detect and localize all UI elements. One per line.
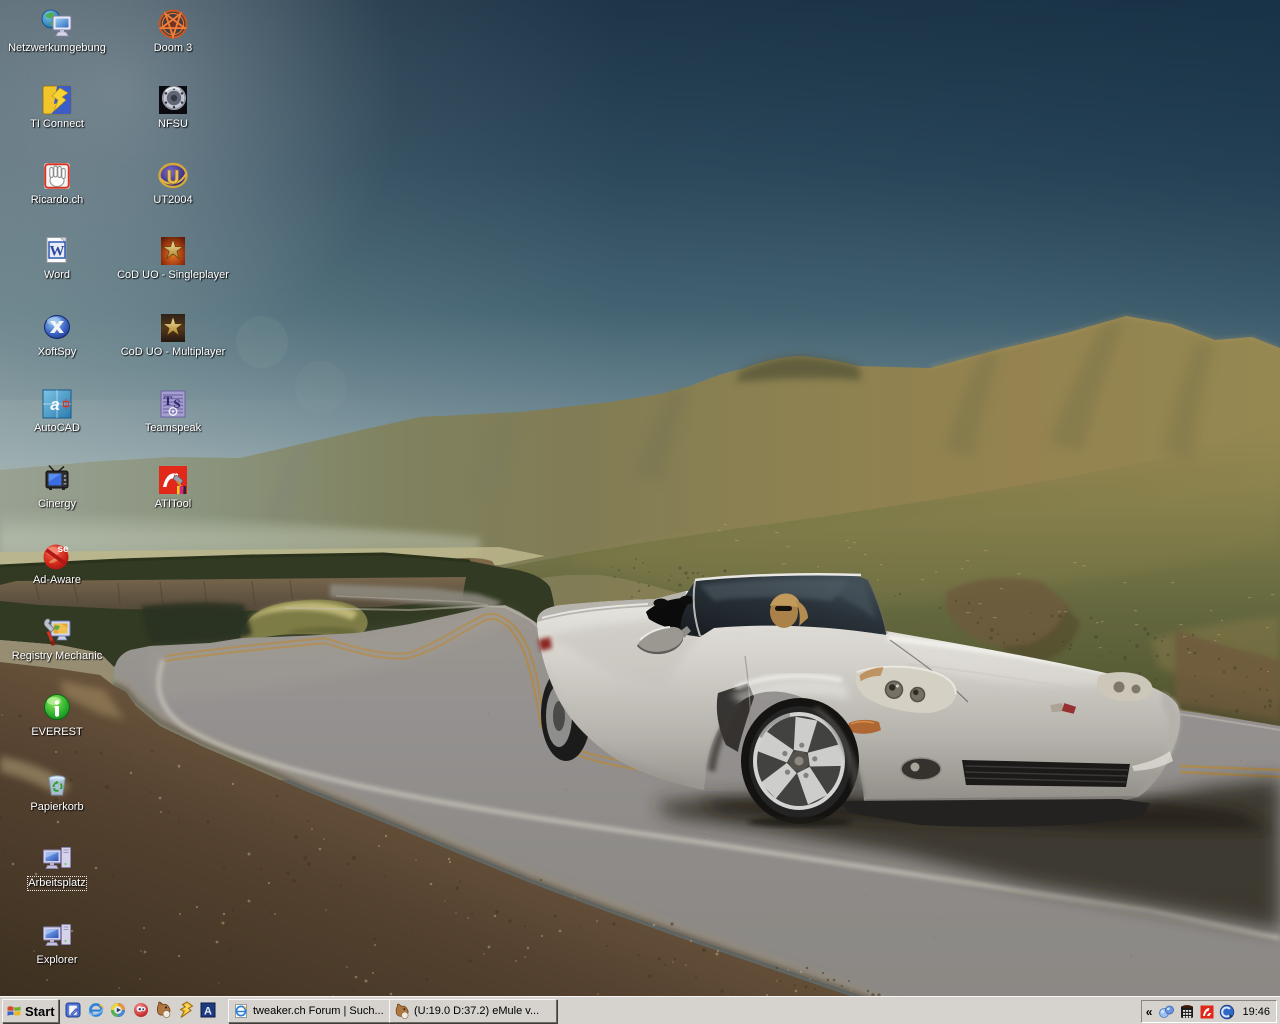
svg-text:A: A bbox=[204, 1006, 212, 1018]
svg-text:a: a bbox=[50, 395, 59, 414]
svg-text:se: se bbox=[57, 544, 69, 555]
svg-text:T: T bbox=[164, 393, 173, 408]
svg-text:W: W bbox=[50, 244, 65, 260]
